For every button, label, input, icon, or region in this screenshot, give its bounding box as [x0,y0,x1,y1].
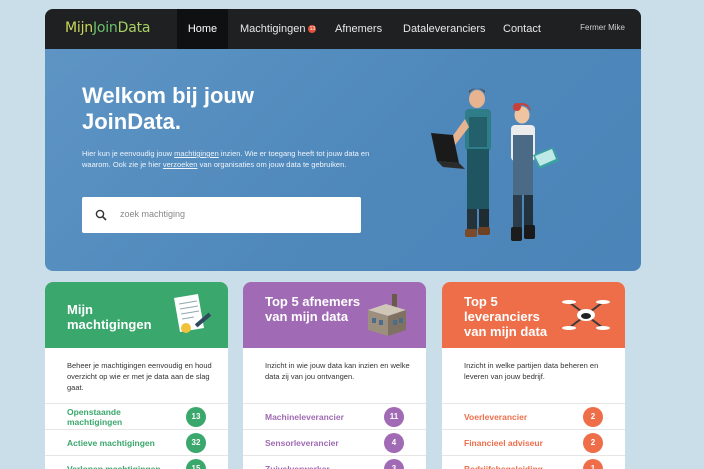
card-header: Mijn machtigingen [45,282,228,348]
row-label: Bedrijfsbegeleiding [464,463,543,469]
card-header: Top 5 afnemers van mijn data [243,282,426,348]
list-item[interactable]: Financieel adviseur 2 [442,429,625,454]
nav-afnemers[interactable]: Afnemers [335,9,382,49]
count-badge: 11 [384,407,404,427]
row-label: Zuivelverwerker [265,463,330,469]
top-navbar: MijnJoinData Home Machtigingen 13 Afnemer… [45,9,641,49]
hero-text-1: Hier kun je eenvoudig jouw [82,149,175,158]
farmers-illustration-icon [431,88,559,241]
search-input[interactable]: zoek machtiging [82,197,361,233]
logo-mijn: Mijn [65,20,93,36]
card-title: Mijn machtigingen [67,302,152,332]
card-description: Beheer je machtigingen eenvoudig en houd… [67,361,212,392]
search-icon [95,209,107,221]
nav-afnemers-label: Afnemers [335,23,383,35]
nav-home[interactable]: Home [177,9,228,49]
nav-contact-label: Contact [503,23,541,35]
list-item[interactable]: Machineleverancier 11 [243,403,426,428]
card-description: Inzicht in welke partijen data beheren e… [464,361,599,381]
logo-data: Data [117,20,151,36]
hero-description: Hier kun je eenvoudig jouw machtigingen … [82,148,372,170]
user-name[interactable]: Fermer Mike [580,23,625,32]
factory-icon [368,294,406,336]
list-item[interactable]: Sensorleverancier 4 [243,429,426,454]
list-item[interactable]: Zuivelverwerker 3 [243,455,426,469]
nav-home-label: Home [187,23,218,35]
row-label: Verlopen machtigingen [67,463,161,469]
count-badge: 4 [384,433,404,453]
list-item[interactable]: Bedrijfsbegeleiding 1 [442,455,625,469]
hero-frame: MijnJoinData Home Machtigingen 13 Afnemer… [45,9,641,271]
count-badge: 3 [384,459,404,469]
notification-badge: 13 [308,25,317,33]
list-item[interactable]: Verlopen machtigingen 15 [45,455,228,469]
list-item[interactable]: Openstaande machtigingen 13 [45,403,228,428]
card-description: Inzicht in wie jouw data kan inzien en w… [265,361,410,381]
hero-text-3: van organisaties om jouw data te gebruik… [197,160,347,169]
nav-contact[interactable]: Contact [503,9,541,49]
card-title: Top 5 leveranciers van mijn data [464,294,548,339]
search-placeholder: zoek machtiging [120,209,186,219]
row-label: Openstaande machtigingen [67,406,123,427]
row-label: Machineleverancier [265,411,344,422]
logo-join: Join [92,20,118,36]
count-badge: 13 [186,407,206,427]
count-badge: 2 [583,407,603,427]
count-badge: 15 [186,459,206,469]
document-pen-icon [174,294,212,333]
count-badge: 1 [583,459,603,469]
row-label: Financieel adviseur [464,437,543,448]
row-label: Actieve machtigingen [67,437,155,448]
row-label: Sensorleverancier [265,437,339,448]
count-badge: 2 [583,433,603,453]
card-top5-leveranciers: Top 5 leveranciers van mijn data Inzicht… [442,282,625,469]
nav-machtigingen[interactable]: Machtigingen 13 [240,9,317,49]
card-header: Top 5 leveranciers van mijn data [442,282,625,348]
machtigingen-link[interactable]: machtigingen [174,149,219,158]
row-label: Voerleverancier [464,411,528,422]
hero-title: Welkom bij jouw JoinData. [82,83,254,134]
card-top5-afnemers: Top 5 afnemers van mijn data Inzicht in … [243,282,426,469]
nav-machtigingen-label: Machtigingen [240,23,306,35]
logo[interactable]: MijnJoinData [65,20,150,36]
card-title: Top 5 afnemers van mijn data [265,294,361,324]
card-mijn-machtigingen: Mijn machtigingen Beheer je machtigingen… [45,282,228,469]
nav-dataleveranciers[interactable]: Dataleveranciers [403,9,486,49]
drone-icon [562,300,610,330]
nav-dataleveranciers-label: Dataleveranciers [403,23,486,35]
list-item[interactable]: Voerleverancier 2 [442,403,625,428]
count-badge: 32 [186,433,206,453]
verzoeken-link[interactable]: verzoeken [163,160,198,169]
list-item[interactable]: Actieve machtigingen 32 [45,429,228,454]
